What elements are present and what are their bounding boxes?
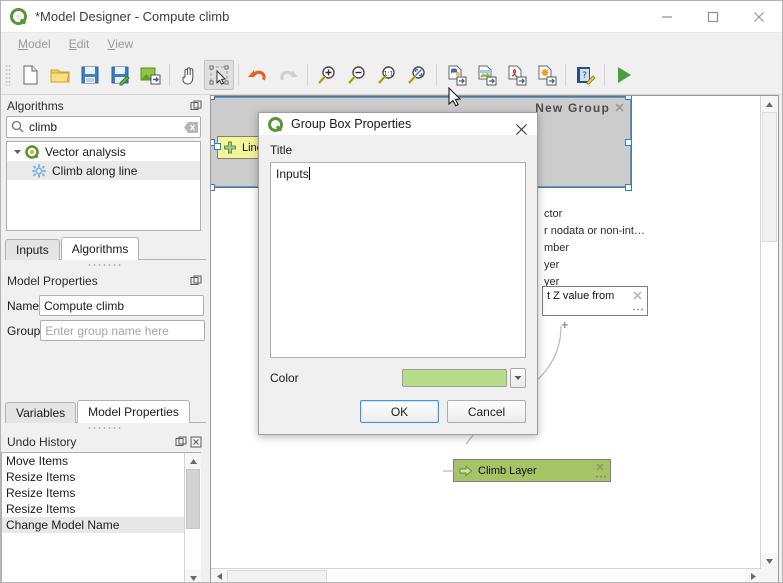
qgis-logo-icon [268, 117, 283, 132]
tab-variables[interactable]: Variables [5, 402, 76, 423]
color-swatch-button[interactable] [402, 369, 507, 387]
tab-algorithms[interactable]: Algorithms [61, 237, 140, 260]
tab-inputs[interactable]: Inputs [5, 239, 60, 260]
title-field-input[interactable]: Inputs [270, 162, 526, 358]
variables-model-properties-tabs: Variables Model Properties [5, 400, 206, 423]
text-caret [309, 167, 310, 180]
dialog-body: Title Inputs Color [259, 135, 537, 388]
ok-button[interactable]: OK [360, 400, 439, 423]
title-field-value: Inputs [276, 167, 309, 181]
dialog-close-button[interactable] [511, 119, 531, 139]
dialog-title: Group Box Properties [291, 117, 411, 131]
title-field-label: Title [270, 143, 526, 157]
color-dropdown-button[interactable] [510, 368, 526, 388]
color-row: Color [270, 368, 526, 388]
group-box-properties-dialog: Group Box Properties Title Inputs Color [258, 112, 538, 435]
tab-model-properties[interactable]: Model Properties [77, 400, 190, 423]
color-label: Color [270, 371, 299, 385]
dialog-buttons: OK Cancel [259, 388, 537, 434]
cancel-button[interactable]: Cancel [447, 400, 526, 423]
dialog-title-bar: Group Box Properties [259, 113, 537, 135]
model-designer-window: *Model Designer - Compute climb MModelod… [0, 0, 783, 583]
